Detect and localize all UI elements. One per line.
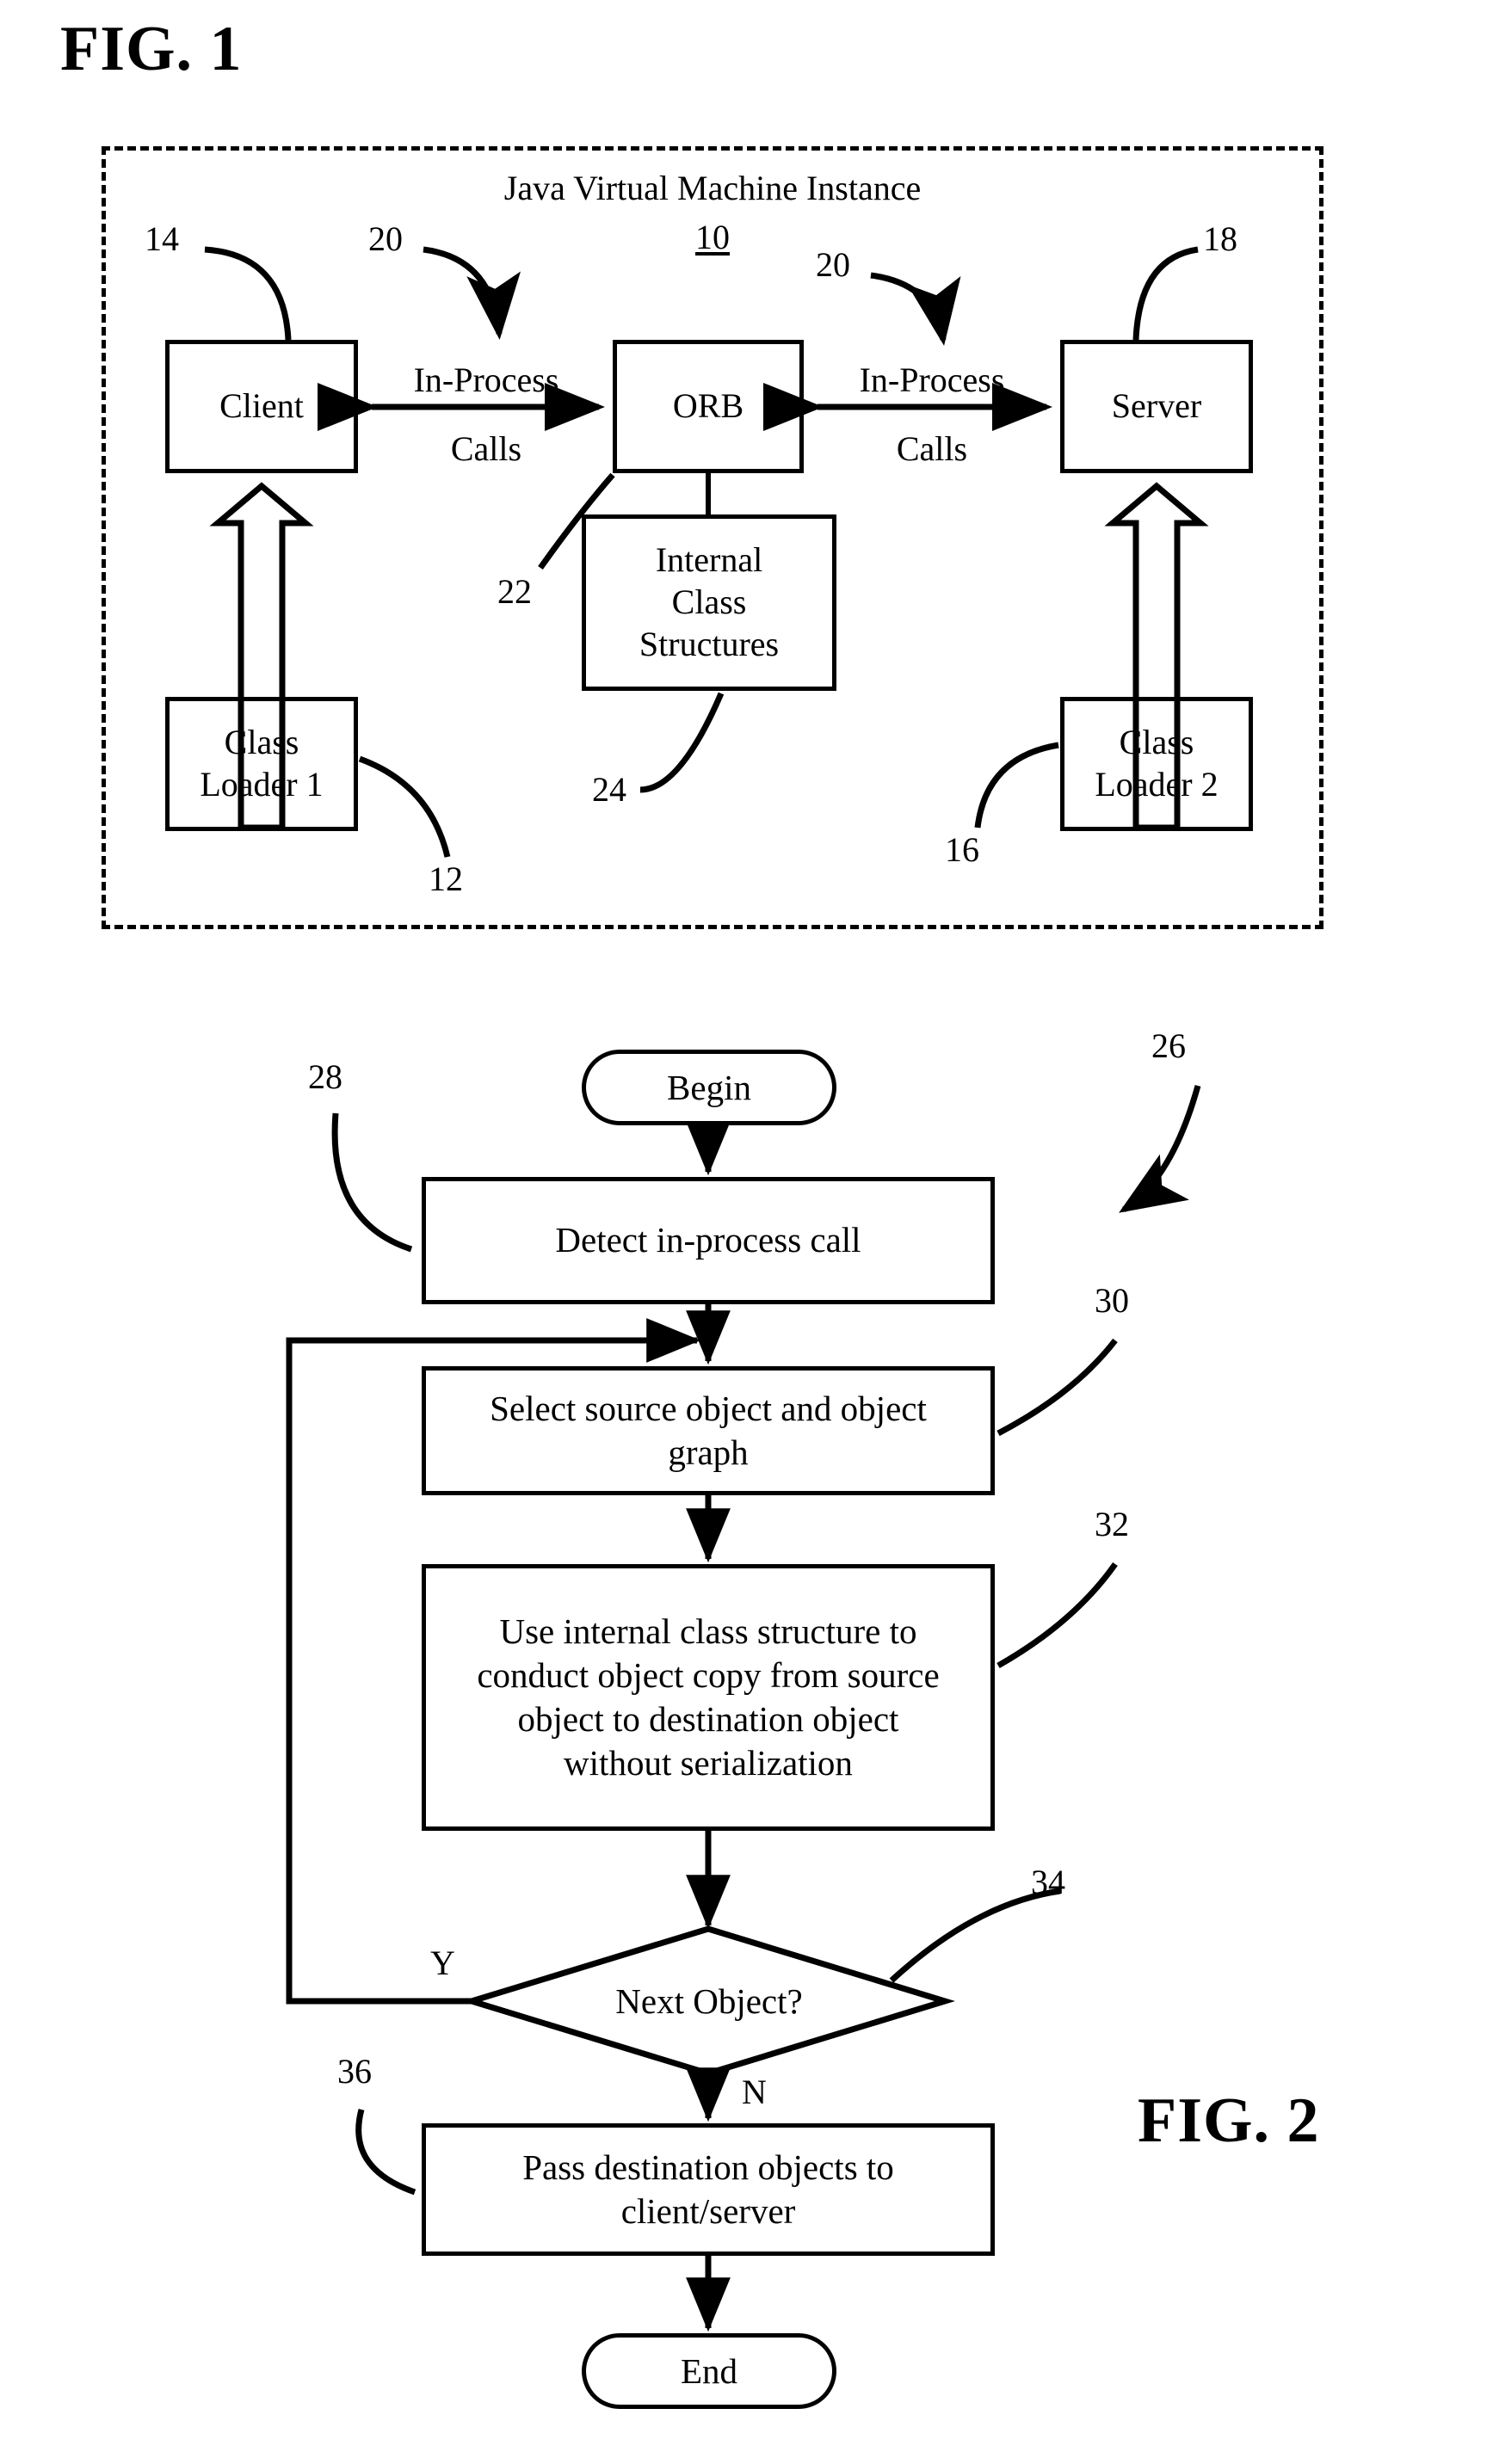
begin-terminator: Begin bbox=[582, 1050, 836, 1125]
jvm-instance-ref: 10 bbox=[695, 218, 730, 256]
use-internal-class-structure-line-2: conduct object copy from source bbox=[477, 1654, 940, 1695]
ref-24: 24 bbox=[592, 770, 626, 809]
ref-20-left: 20 bbox=[368, 219, 403, 258]
select-source-object-line-2: graph bbox=[668, 1432, 749, 1472]
in-process-calls-left-line-2: Calls bbox=[450, 429, 522, 468]
use-internal-class-structure-box: Use internal class structure to conduct … bbox=[422, 1564, 995, 1831]
end-terminator: End bbox=[582, 2333, 836, 2409]
pass-destination-objects-box: Pass destination objects to client/serve… bbox=[422, 2123, 995, 2256]
orb-box: ORB bbox=[613, 340, 804, 473]
internal-class-structures-line-3: Structures bbox=[639, 624, 780, 663]
ref-34: 34 bbox=[1031, 1863, 1065, 1901]
in-process-calls-left-label: In-Process bbox=[377, 360, 595, 400]
figure-1-title: FIG. 1 bbox=[60, 14, 243, 84]
ref-18: 18 bbox=[1203, 219, 1237, 258]
use-internal-class-structure-line-4: without serialization bbox=[564, 1743, 853, 1783]
ref-26: 26 bbox=[1151, 1026, 1186, 1065]
internal-class-structures-line-2: Class bbox=[671, 582, 747, 622]
next-object-decision-label: Next Object? bbox=[615, 1981, 803, 2021]
ref-30: 30 bbox=[1095, 1281, 1129, 1320]
branch-label-no: N bbox=[742, 2073, 767, 2111]
patent-drawing-sheet: FIG. 1 Java Virtual Machine Instance 10 … bbox=[0, 0, 1487, 2464]
leader-28 bbox=[331, 1112, 413, 1253]
server-box: Server bbox=[1060, 340, 1253, 473]
pass-destination-objects-line-2: client/server bbox=[620, 2191, 796, 2231]
in-process-calls-left-line-1: In-Process bbox=[413, 360, 559, 399]
in-process-calls-left-label-2: Calls bbox=[377, 428, 595, 469]
class-loader-2-line-2: Loader 2 bbox=[1095, 765, 1219, 804]
leader-30 bbox=[996, 1338, 1118, 1437]
figure-2-title: FIG. 2 bbox=[1138, 2085, 1320, 2156]
ref-32: 32 bbox=[1095, 1505, 1129, 1543]
use-internal-class-structure-line-3: object to destination object bbox=[517, 1699, 899, 1739]
ref-22: 22 bbox=[497, 572, 532, 611]
in-process-calls-right-label-2: Calls bbox=[823, 428, 1041, 469]
select-source-object-box: Select source object and object graph bbox=[422, 1366, 995, 1495]
internal-class-structures-line-1: Internal bbox=[655, 540, 763, 580]
select-source-object-line-1: Select source object and object bbox=[490, 1388, 927, 1428]
ref-12: 12 bbox=[429, 859, 463, 898]
use-internal-class-structure-line-1: Use internal class structure to bbox=[499, 1611, 917, 1651]
jvm-instance-label: Java Virtual Machine Instance bbox=[503, 169, 922, 207]
ref-28: 28 bbox=[308, 1057, 342, 1096]
pass-destination-objects-line-1: Pass destination objects to bbox=[522, 2147, 894, 2187]
leader-34 bbox=[889, 1888, 1061, 1983]
detect-in-process-call-box: Detect in-process call bbox=[422, 1177, 995, 1304]
branch-label-yes: Y bbox=[430, 1943, 455, 1982]
ref-36: 36 bbox=[337, 2052, 372, 2091]
class-loader-2-line-1: Class bbox=[1119, 723, 1194, 762]
ref-20-right: 20 bbox=[816, 245, 850, 284]
ref-16: 16 bbox=[945, 830, 979, 869]
leader-26 bbox=[1119, 1085, 1201, 1213]
leader-36 bbox=[355, 2109, 416, 2196]
class-loader-1-line-1: Class bbox=[224, 723, 299, 762]
class-loader-1-line-2: Loader 1 bbox=[200, 765, 324, 804]
class-loader-2-box: Class Loader 2 bbox=[1060, 697, 1253, 831]
in-process-calls-right-label: In-Process bbox=[823, 360, 1041, 400]
ref-14: 14 bbox=[145, 219, 179, 258]
in-process-calls-right-line-1: In-Process bbox=[859, 360, 1005, 399]
leader-32 bbox=[996, 1562, 1118, 1669]
client-box: Client bbox=[165, 340, 358, 473]
class-loader-1-box: Class Loader 1 bbox=[165, 697, 358, 831]
internal-class-structures-box: Internal Class Structures bbox=[582, 514, 836, 691]
in-process-calls-right-line-2: Calls bbox=[896, 429, 968, 468]
